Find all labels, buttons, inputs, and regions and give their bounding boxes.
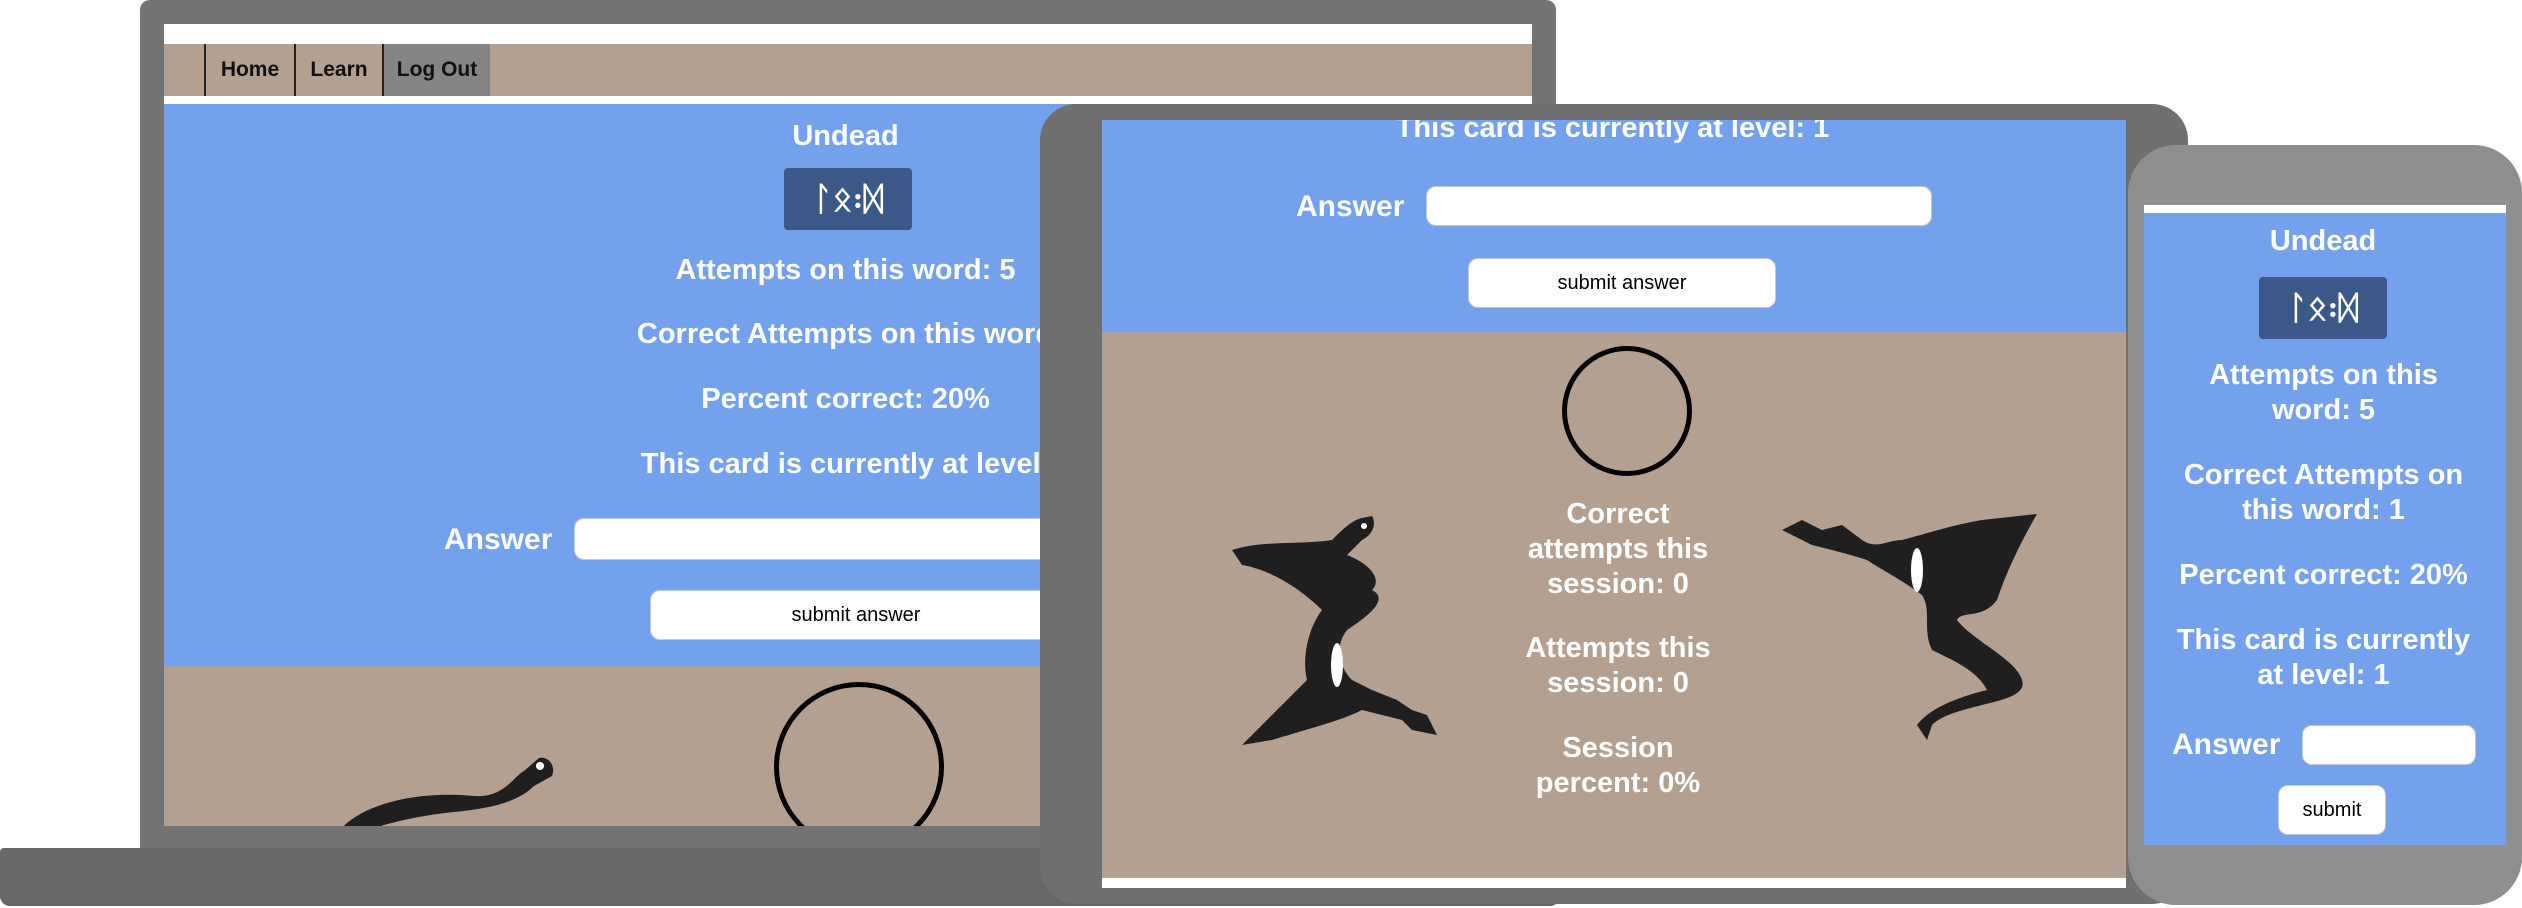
tablet-session-panel: Correct attempts this session: 0 Attempt… — [1102, 332, 2126, 878]
tablet-answer-input[interactable] — [1426, 186, 1932, 226]
phone-answer-label: Answer — [2172, 728, 2281, 761]
tablet-progress-circle — [1562, 346, 1692, 476]
phone-card-glyph: ᛚᛟ꞉ᛞ — [2259, 277, 2387, 339]
phone-percent-text: Percent correct: 20% — [2179, 559, 2468, 591]
dragon-icon — [343, 757, 554, 826]
phone-answer-input[interactable] — [2302, 725, 2476, 765]
phone-card-word: Undead — [2269, 225, 2377, 257]
card-glyph: ᛚᛟ꞉ᛞ — [784, 168, 912, 230]
phone-attempts-l2: word: 5 — [2271, 394, 2376, 426]
submit-answer-button[interactable]: submit answer — [650, 590, 1062, 640]
phone-correct-l2: this word: 1 — [2242, 494, 2405, 526]
answer-input[interactable] — [574, 518, 1076, 560]
tablet-answer-label: Answer — [1296, 190, 1405, 223]
phone-correct-l1: Correct Attempts on — [2183, 459, 2464, 491]
tablet-submit-answer-button[interactable]: submit answer — [1468, 258, 1776, 308]
dragon-icon — [1232, 516, 1437, 745]
tablet-card-panel: This card is currently at level: 1 Answe… — [1102, 120, 2126, 332]
phone-device: Undead ᛚᛟ꞉ᛞ Attempts on this word: 5 Cor… — [2128, 145, 2522, 905]
dragon-icon — [1782, 514, 2037, 740]
phone-level-l1: This card is currently — [2176, 624, 2471, 656]
progress-circle — [774, 682, 944, 826]
nav-logout-link[interactable]: Log Out — [382, 44, 490, 96]
tablet-device: This card is currently at level: 1 Answe… — [1040, 104, 2188, 904]
answer-label: Answer — [444, 523, 553, 556]
nav-home-link[interactable]: Home — [204, 44, 294, 96]
session-percent-l2: percent: 0% — [1535, 767, 1701, 799]
tablet-level-text: This card is currently at level: 1 — [1395, 120, 1830, 144]
phone-card-panel: Undead ᛚᛟ꞉ᛞ Attempts on this word: 5 Cor… — [2144, 213, 2506, 845]
phone-submit-button[interactable]: submit — [2278, 785, 2386, 835]
nav-learn-link[interactable]: Learn — [294, 44, 382, 96]
phone-screen: Undead ᛚᛟ꞉ᛞ Attempts on this word: 5 Cor… — [2144, 205, 2506, 845]
phone-level-l2: at level: 1 — [2257, 659, 2390, 691]
tablet-screen: This card is currently at level: 1 Answe… — [1102, 120, 2126, 888]
phone-attempts-l1: Attempts on this — [2209, 359, 2438, 391]
navbar: Home Learn Log Out — [164, 44, 1532, 96]
